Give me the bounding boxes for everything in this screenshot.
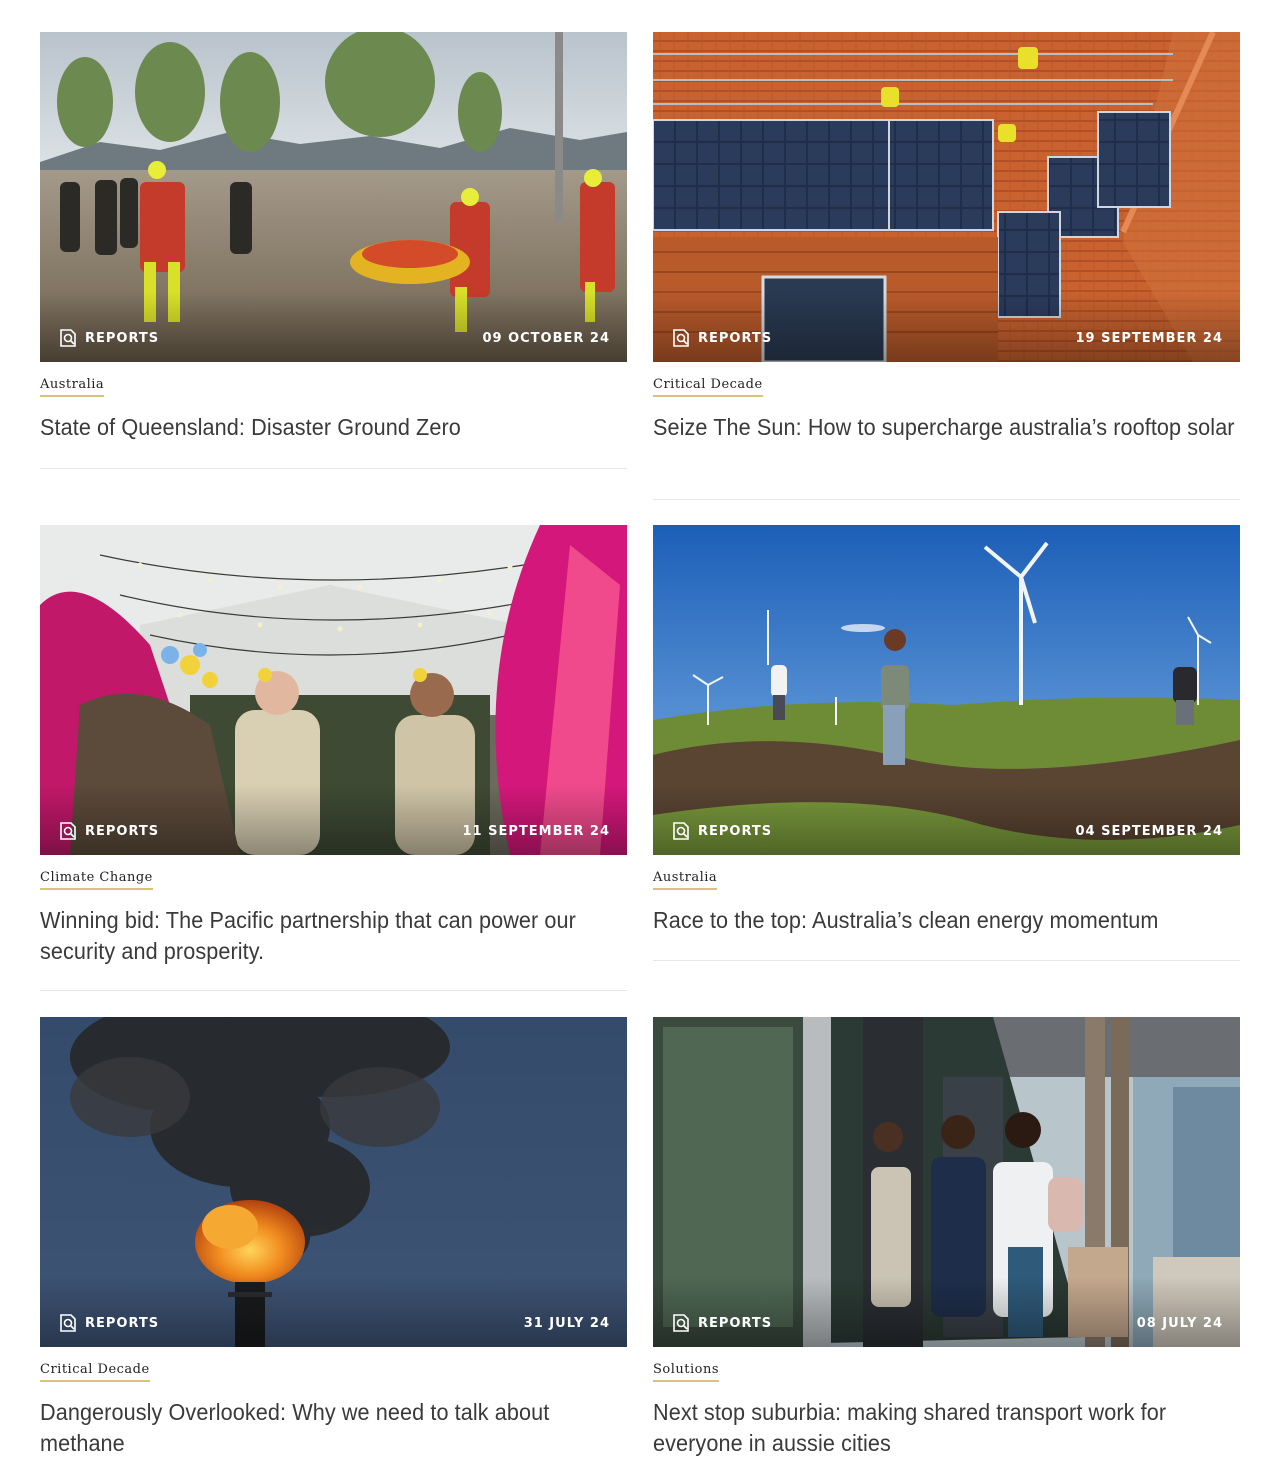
report-icon [673,822,689,840]
report-title[interactable]: Dangerously Overlooked: Why we need to t… [40,1397,623,1459]
publish-date: 31 JULY 24 [523,1316,610,1331]
publish-date: 08 JULY 24 [1136,1316,1223,1331]
category-tag[interactable]: Climate Change [40,870,153,890]
content-type-label: REPORTS [671,1313,772,1333]
report-image-link[interactable]: REPORTS 09 OCTOBER 24 [40,32,627,362]
image-overlay [40,785,627,855]
category-tag[interactable]: Critical Decade [653,377,763,397]
type-text: REPORTS [698,823,773,839]
report-title[interactable]: Seize The Sun: How to supercharge austra… [653,412,1236,443]
type-text: REPORTS [85,823,160,839]
report-title[interactable]: State of Queensland: Disaster Ground Zer… [40,412,623,443]
category-tag[interactable]: Solutions [653,1362,720,1382]
report-image-link[interactable]: REPORTS 04 SEPTEMBER 24 [653,525,1240,855]
report-title[interactable]: Winning bid: The Pacific partnership tha… [40,905,623,967]
category-tag[interactable]: Australia [40,377,105,397]
content-type-label: REPORTS [671,821,772,841]
report-icon [60,329,76,347]
report-icon [673,329,689,347]
report-image-link[interactable]: REPORTS 08 JULY 24 [653,1017,1240,1347]
category-tag[interactable]: Australia [653,870,718,890]
image-overlay [40,292,627,362]
report-card: REPORTS 08 JULY 24 Solutions Next stop s… [653,1017,1240,1459]
publish-date: 19 SEPTEMBER 24 [1075,331,1223,346]
image-overlay [653,785,1240,855]
card-divider [653,499,1240,500]
report-icon [60,822,76,840]
category-tag[interactable]: Critical Decade [40,1362,150,1382]
image-overlay [653,1277,1240,1347]
type-text: REPORTS [85,1315,160,1331]
content-type-label: REPORTS [58,1313,159,1333]
publish-date: 11 SEPTEMBER 24 [462,824,610,839]
card-divider [653,960,1240,961]
report-icon [60,1314,76,1332]
report-card: REPORTS 04 SEPTEMBER 24 Australia Race t… [653,525,1240,961]
report-image-link[interactable]: REPORTS 19 SEPTEMBER 24 [653,32,1240,362]
report-card: REPORTS 09 OCTOBER 24 Australia State of… [40,32,627,469]
image-overlay [40,1277,627,1347]
report-title[interactable]: Next stop suburbia: making shared transp… [653,1397,1236,1459]
report-card: REPORTS 19 SEPTEMBER 24 Critical Decade … [653,32,1240,500]
card-divider [40,468,627,469]
report-card: REPORTS 11 SEPTEMBER 24 Climate Change W… [40,525,627,991]
image-overlay [653,292,1240,362]
type-text: REPORTS [85,330,160,346]
content-type-label: REPORTS [58,328,159,348]
report-image-link[interactable]: REPORTS 11 SEPTEMBER 24 [40,525,627,855]
content-type-label: REPORTS [671,328,772,348]
report-card: REPORTS 31 JULY 24 Critical Decade Dange… [40,1017,627,1459]
publish-date: 04 SEPTEMBER 24 [1075,824,1223,839]
content-type-label: REPORTS [58,821,159,841]
reports-grid: REPORTS 09 OCTOBER 24 Australia State of… [0,0,1283,1459]
report-title[interactable]: Race to the top: Australia’s clean energ… [653,905,1236,936]
type-text: REPORTS [698,1315,773,1331]
card-divider [40,990,627,991]
type-text: REPORTS [698,330,773,346]
report-image-link[interactable]: REPORTS 31 JULY 24 [40,1017,627,1347]
publish-date: 09 OCTOBER 24 [482,331,610,346]
report-icon [673,1314,689,1332]
